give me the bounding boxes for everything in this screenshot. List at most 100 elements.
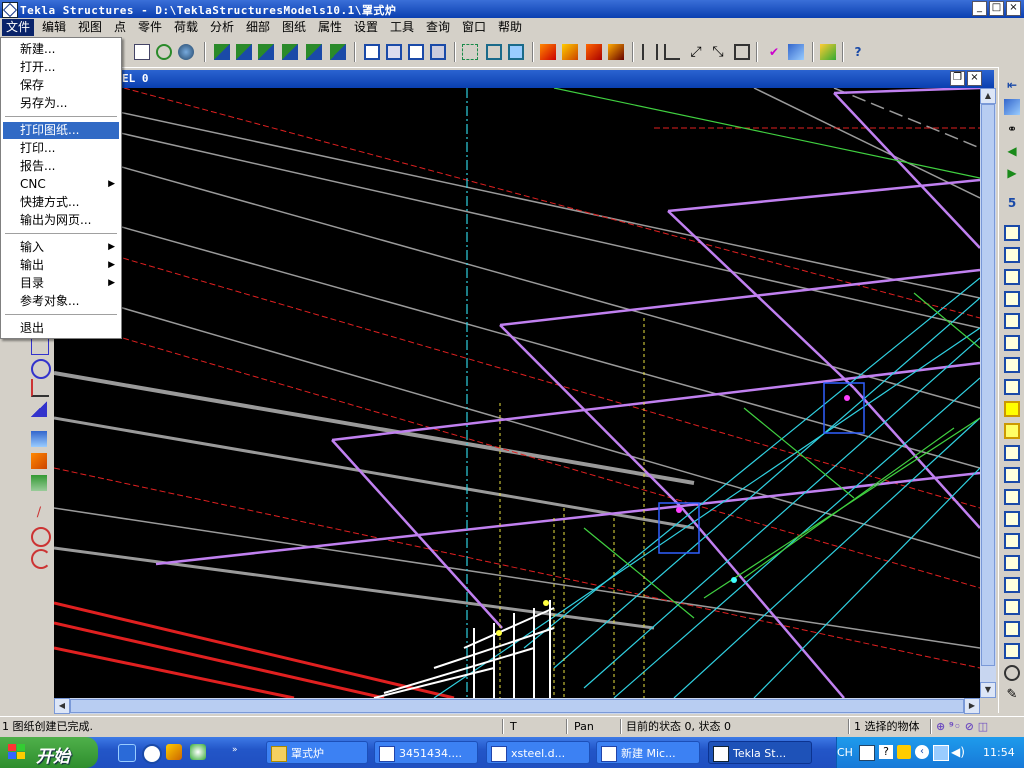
reference-icon[interactable] [1004,665,1020,681]
arc-center-icon[interactable] [31,527,51,547]
twin-profile-icon[interactable] [1004,335,1020,351]
help-tray-icon[interactable]: ? [879,745,893,759]
menu-help[interactable]: 帮助 [494,19,526,36]
align-object-icon[interactable] [306,44,322,60]
task-word-doc-2[interactable]: xsteel.d... [486,741,590,764]
corner-tool-icon[interactable] [31,379,49,397]
task-tekla[interactable]: Tekla St... [708,741,812,764]
layer-icon[interactable] [31,475,47,491]
view-window-icon[interactable] [364,44,380,60]
rotate-object-icon[interactable] [258,44,274,60]
menu-item-cnc[interactable]: CNC ▶ [3,176,119,193]
menu-load[interactable]: 荷载 [170,19,202,36]
view-vertical-scrollbar[interactable]: ▲ ▼ [980,88,996,698]
menu-item-print-drawings[interactable]: 打印图纸... [3,122,119,139]
folded-plate-icon[interactable] [1004,423,1020,439]
render-components-icon[interactable] [562,44,578,60]
snap-points-icon[interactable] [1004,99,1020,115]
quicklaunch-app-icon[interactable] [166,744,182,760]
maximize-button[interactable]: □ [989,1,1004,16]
concrete-beam-icon[interactable] [1004,511,1020,527]
move-object-icon[interactable] [236,44,252,60]
menu-item-reference-objects[interactable]: 参考对象... [3,293,119,310]
menu-item-export-web[interactable]: 输出为网页... [3,212,119,229]
orthogonal-beam-icon[interactable] [1004,357,1020,373]
render-parts-icon[interactable] [540,44,556,60]
mirror-object-icon[interactable] [282,44,298,60]
weld-icon[interactable] [1004,599,1020,615]
menu-item-open[interactable]: 打开... [3,59,119,76]
window-title-bar[interactable]: Tekla Structures - D:\TeklaStructuresMod… [0,0,1024,18]
print-icon[interactable] [134,44,150,60]
column-icon[interactable] [1004,247,1020,263]
ime-toolbar-icon[interactable] [859,745,875,761]
view-properties-icon[interactable] [408,44,424,60]
tools-icon[interactable] [31,453,47,469]
help-icon[interactable]: ? [850,44,866,60]
contour-plate-icon[interactable] [1004,401,1020,417]
work-plane-icon[interactable] [31,431,47,447]
tray-back-icon[interactable]: ‹ [915,745,929,759]
cut-icon[interactable] [1004,621,1020,637]
concrete-panel-icon[interactable] [1004,555,1020,571]
scroll-up-icon[interactable]: ▲ [980,88,996,104]
macro-icon[interactable] [820,44,836,60]
curved-beam-icon[interactable] [1004,313,1020,329]
menu-tools[interactable]: 工具 [386,19,418,36]
render-wire-icon[interactable] [608,44,624,60]
view-restore-button[interactable]: ❐ [950,71,965,86]
circle-tool-icon[interactable] [31,359,51,379]
ime-indicator[interactable]: CH [837,746,853,759]
numbering-icon[interactable] [788,44,804,60]
quicklaunch-media-icon[interactable] [142,744,162,764]
quicklaunch-more-icon[interactable]: » [232,744,248,760]
arc-tool-icon[interactable] [31,549,51,569]
menu-item-export[interactable]: 输出 ▶ [3,257,119,274]
view-horizontal-scrollbar[interactable]: ◀ ▶ [54,698,980,714]
menu-item-print[interactable]: 打印... [3,140,119,157]
scroll-left-icon[interactable]: ◀ [54,698,70,714]
zoom-fit-icon[interactable] [508,44,524,60]
menu-setup[interactable]: 设置 [350,19,382,36]
volume-icon[interactable]: ◀) [951,745,965,759]
fit-icon[interactable] [1004,643,1020,659]
concrete-slab-icon[interactable] [1004,533,1020,549]
menu-window[interactable]: 窗口 [458,19,490,36]
distance-icon[interactable]: ⤡ [710,44,726,60]
task-word-doc-1[interactable]: 3451434.... [374,741,478,764]
menu-part[interactable]: 零件 [134,19,166,36]
quicklaunch-desktop-icon[interactable] [118,744,136,762]
menu-analysis[interactable]: 分析 [206,19,238,36]
menu-item-new[interactable]: 新建... [3,41,119,58]
arrow-left-icon[interactable]: ◀ [1004,143,1020,159]
plane-tool-icon[interactable] [31,401,47,417]
menu-point[interactable]: 点 [110,19,130,36]
bolt-icon[interactable] [1004,577,1020,593]
binoculars-icon[interactable]: ⚭ [1004,121,1020,137]
snap-toggle-icons[interactable]: ⊕ ⁹◦ ⊘ ◫ [936,719,988,734]
point-tool-icon[interactable] [31,337,49,355]
close-button[interactable]: × [1006,1,1021,16]
refresh-icon[interactable] [156,44,172,60]
menu-file[interactable]: 文件 [2,19,35,36]
dimension-icon[interactable] [642,44,658,60]
vertical-scroll-thumb[interactable] [981,104,995,666]
quicklaunch-browser-icon[interactable] [190,744,206,760]
model-view-canvas[interactable] [54,88,980,698]
view-plane-icon[interactable] [430,44,446,60]
minimize-button[interactable]: _ [972,1,987,16]
view-title-bar[interactable]: EL 0 ❐ × [54,70,994,88]
globe-icon[interactable] [178,44,194,60]
number-five-icon[interactable]: 5 [1004,195,1020,211]
snap-end-icon[interactable]: ⇤ [1004,77,1020,93]
copy-object-icon[interactable] [214,44,230,60]
measure-icon[interactable]: ⤢ [688,44,704,60]
menu-drawing[interactable]: 图纸 [278,19,310,36]
scroll-right-icon[interactable]: ▶ [964,698,980,714]
horizontal-scroll-thumb[interactable] [70,699,964,713]
menu-item-save-as[interactable]: 另存为... [3,95,119,112]
bolt-measure-icon[interactable] [734,44,750,60]
special-copy-icon[interactable] [330,44,346,60]
polybeam-icon[interactable] [1004,291,1020,307]
menu-item-import[interactable]: 输入 ▶ [3,239,119,256]
